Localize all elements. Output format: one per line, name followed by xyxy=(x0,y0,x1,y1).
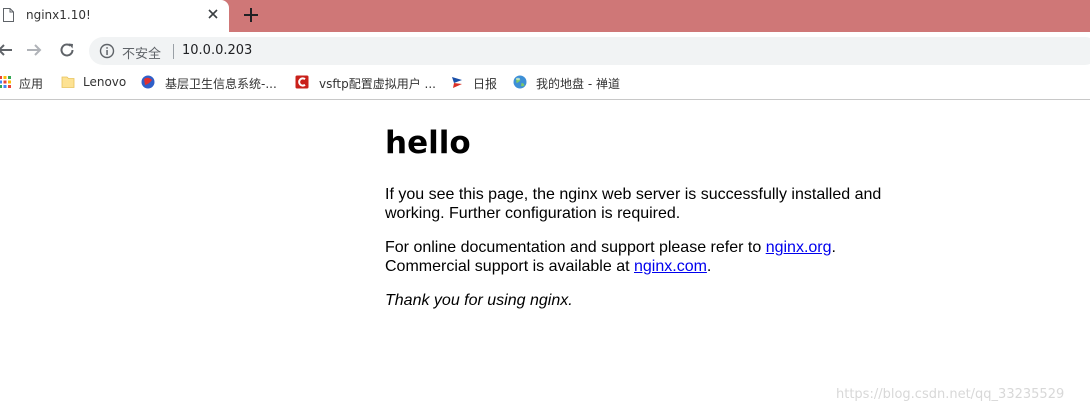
plus-icon[interactable] xyxy=(242,6,260,24)
bookmark-vsftp[interactable]: vsftp配置虚拟用户 ... xyxy=(295,68,440,98)
bookmark-label: Lenovo xyxy=(83,75,127,89)
tab-strip: nginx1.10! xyxy=(0,0,1090,32)
tab-title: nginx1.10! xyxy=(26,8,91,22)
bookmark-label: 基层卫生信息系统-... xyxy=(165,77,277,91)
thank-you-text: Thank you for using nginx. xyxy=(385,292,573,309)
back-arrow-icon[interactable] xyxy=(0,41,14,59)
bookmark-zentao[interactable]: 我的地盘 - 禅道 xyxy=(513,68,628,98)
close-icon[interactable] xyxy=(205,6,221,22)
url-text[interactable]: 10.0.0.203 xyxy=(182,43,252,58)
csdn-icon xyxy=(295,75,309,89)
reload-icon[interactable] xyxy=(58,41,76,59)
intro-paragraph: If you see this page, the nginx web serv… xyxy=(385,186,882,222)
nginx-org-link[interactable]: nginx.org xyxy=(766,239,832,256)
security-label[interactable]: 不安全 xyxy=(122,43,161,62)
folder-icon xyxy=(61,76,75,88)
bookmark-lenovo[interactable]: Lenovo xyxy=(61,68,131,98)
page-heading: hello xyxy=(385,125,471,161)
bookmark-health-system[interactable]: 基层卫生信息系统-... xyxy=(141,68,281,98)
omnibox-separator xyxy=(173,44,174,59)
support-paragraph: For online documentation and support ple… xyxy=(385,238,905,276)
bookmark-daily-report[interactable]: 日报 xyxy=(450,68,500,98)
bookmark-label: vsftp配置虚拟用户 ... xyxy=(319,77,436,91)
bookmark-apps[interactable]: 应用 xyxy=(0,68,46,98)
nginx-com-link[interactable]: nginx.com xyxy=(634,258,707,275)
bookmark-label: 应用 xyxy=(19,77,44,91)
page-content: hello If you see this page, the nginx we… xyxy=(385,101,905,310)
watermark: https://blog.csdn.net/qq_33235529 xyxy=(836,387,1065,402)
page-icon xyxy=(3,8,14,22)
globe-red-icon xyxy=(141,75,155,89)
browser-tab[interactable]: nginx1.10! xyxy=(0,0,229,32)
commercial-text: Commercial support is available at xyxy=(385,258,634,275)
report-icon xyxy=(452,77,462,88)
globe-icon xyxy=(513,75,527,89)
bookmarks-bar: 应用 Lenovo 基层卫生信息系统-... vsftp配置虚拟用户 ... 日… xyxy=(0,68,1090,100)
forward-arrow-icon[interactable] xyxy=(25,41,43,59)
commercial-period: . xyxy=(706,258,712,275)
bookmark-label: 我的地盘 - 禅道 xyxy=(536,77,620,91)
support-text: For online documentation and support ple… xyxy=(385,239,766,256)
support-period: . xyxy=(831,239,836,256)
address-bar[interactable]: 不安全 10.0.0.203 xyxy=(89,37,1090,65)
apps-grid-icon xyxy=(0,76,11,88)
bookmark-label: 日报 xyxy=(473,77,498,91)
info-icon[interactable] xyxy=(99,43,115,59)
browser-toolbar: 不安全 10.0.0.203 xyxy=(0,32,1090,68)
